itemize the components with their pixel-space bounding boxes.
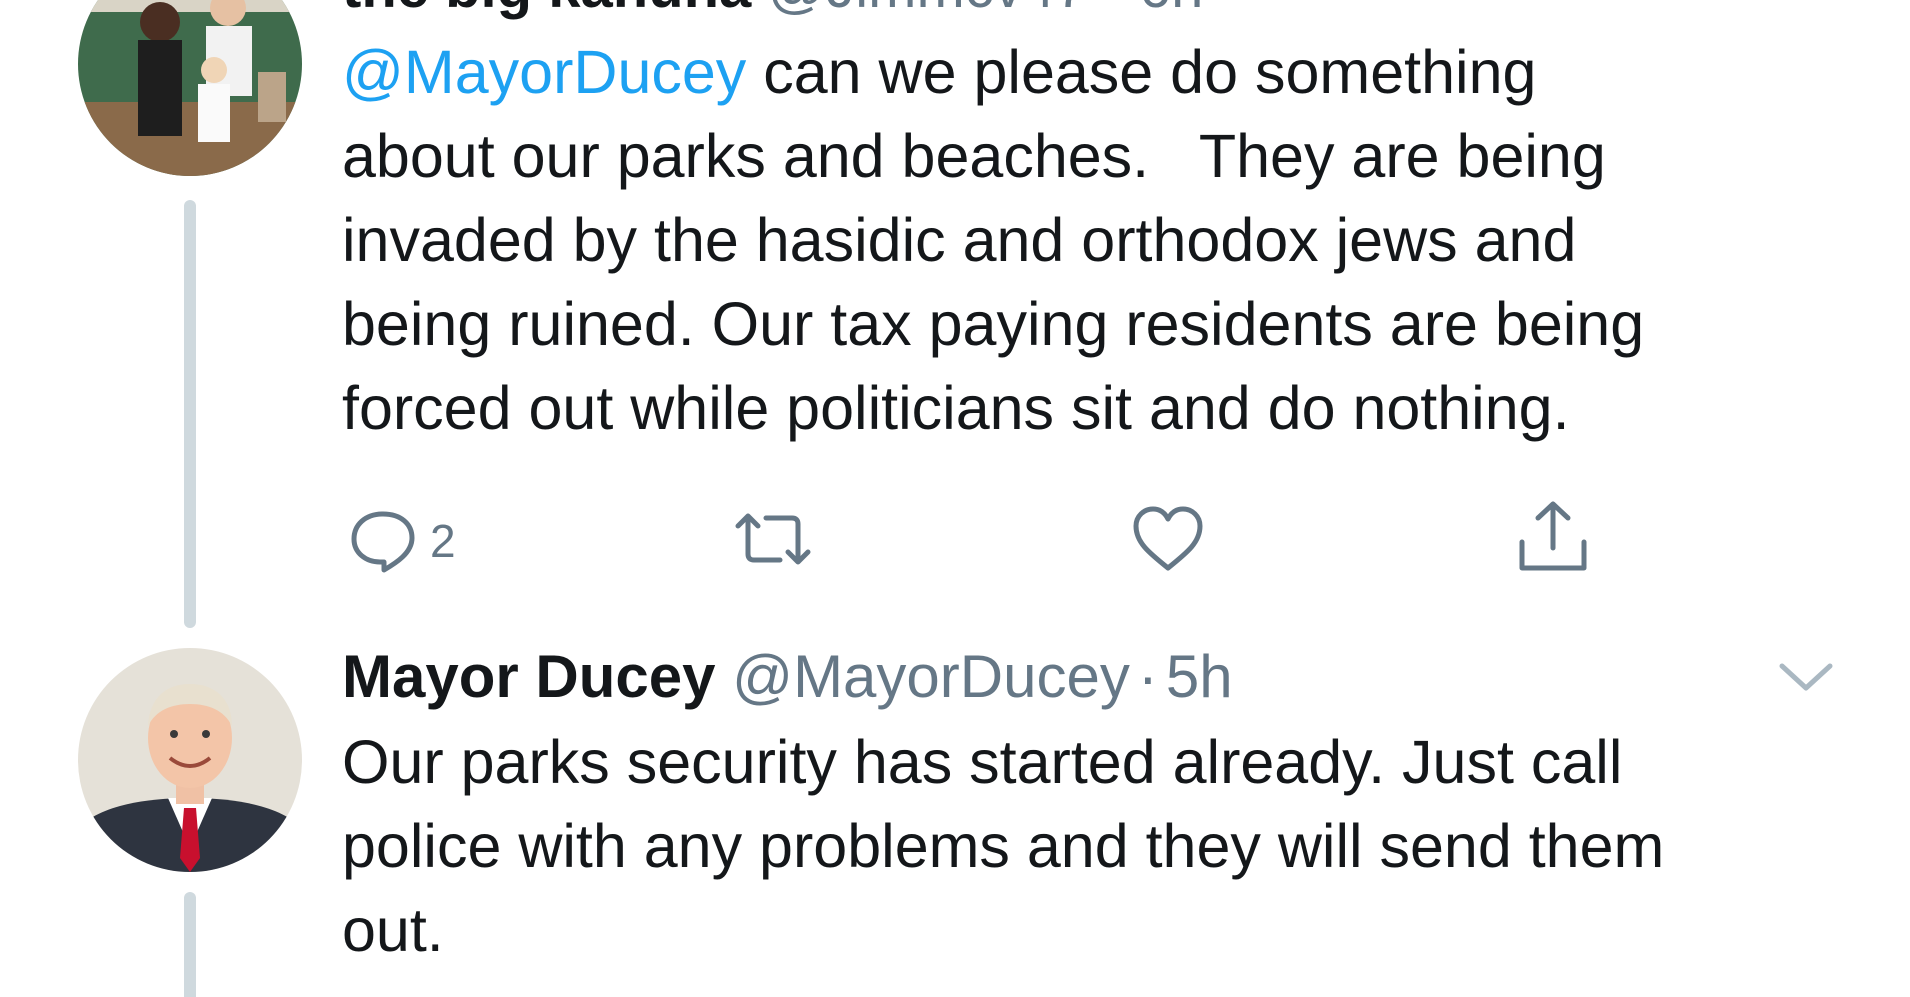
retweet-icon <box>735 513 811 565</box>
tweet-line: @MayorDucey can we please do something <box>342 30 1644 114</box>
avatar-image <box>78 0 302 176</box>
separator: · <box>1137 643 1158 710</box>
timestamp[interactable]: 5h <box>1166 643 1233 710</box>
avatar-image <box>78 648 302 872</box>
share-icon <box>1519 501 1587 571</box>
share-button[interactable] <box>1516 498 1590 574</box>
tweet-line: being ruined. Our tax paying residents a… <box>342 290 1645 358</box>
user-name[interactable]: the big kahuna <box>342 0 751 20</box>
heart-icon <box>1133 506 1203 571</box>
user-handle[interactable]: @Jimmcv47 · 6h <box>767 0 1203 20</box>
retweet-button[interactable] <box>730 508 816 570</box>
tweet-text: @MayorDucey can we please do something a… <box>342 30 1644 450</box>
reply-icon <box>351 511 415 573</box>
avatar[interactable] <box>78 648 302 872</box>
tweet-header: the big kahuna @Jimmcv47 · 6h <box>342 0 1203 21</box>
reply-count: 2 <box>430 515 456 567</box>
tweet-text: Our parks security has started already. … <box>342 720 1664 972</box>
user-name[interactable]: Mayor Ducey <box>342 643 715 710</box>
tweet-line-text: can we please do something <box>746 38 1537 106</box>
like-button[interactable] <box>1130 504 1206 574</box>
user-handle[interactable]: @MayorDucey <box>732 643 1130 710</box>
avatar[interactable] <box>78 0 302 176</box>
tweet-line: forced out while politicians sit and do … <box>342 374 1570 442</box>
tweet-menu-button[interactable] <box>1778 660 1834 699</box>
tweet-header: Mayor Ducey @MayorDucey · 5h <box>342 640 1233 714</box>
thread-line <box>184 200 196 628</box>
tweet-line: invaded by the hasidic and orthodox jews… <box>342 206 1577 274</box>
reply-button[interactable]: 2 <box>348 508 456 574</box>
tweet-line: Our parks security has started already. … <box>342 728 1623 796</box>
mention-link[interactable]: @MayorDucey <box>342 38 746 106</box>
tweet-line: police with any problems and they will s… <box>342 812 1665 880</box>
thread-line <box>184 892 196 997</box>
tweet-line: about our parks and beaches. They are be… <box>342 122 1606 190</box>
chevron-down-icon <box>1779 663 1833 691</box>
tweet-line: out. <box>342 896 444 964</box>
